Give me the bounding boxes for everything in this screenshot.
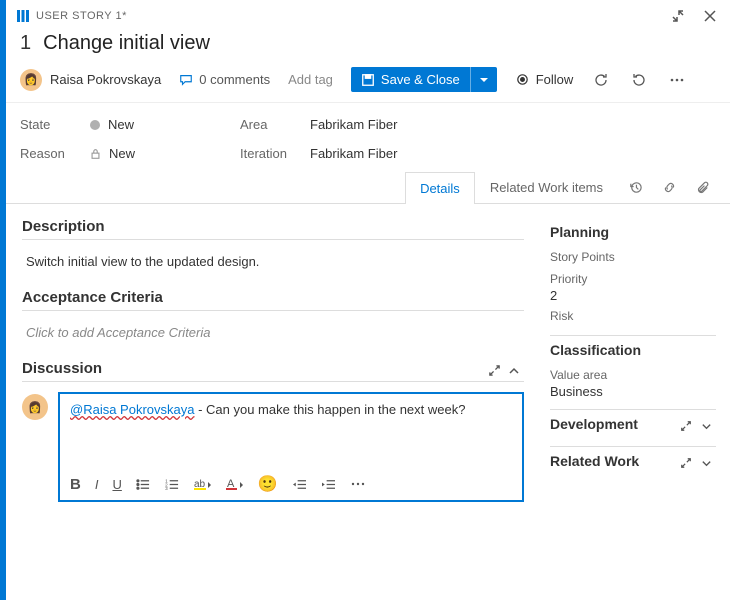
tab-history-icon[interactable]: [618, 171, 652, 203]
area-field[interactable]: Fabrikam Fiber: [310, 117, 510, 132]
tab-attachments-icon[interactable]: [686, 171, 720, 203]
editor-italic-button[interactable]: I: [95, 477, 99, 492]
restore-dialog-icon[interactable]: [668, 6, 688, 26]
discussion-text: - Can you make this happen in the next w…: [194, 402, 465, 417]
collapse-discussion-icon[interactable]: [504, 361, 524, 381]
value-area-field[interactable]: Business: [550, 382, 716, 399]
avatar: 👩: [20, 69, 42, 91]
development-heading: Development: [550, 416, 638, 436]
state-field[interactable]: New: [90, 117, 240, 132]
save-icon: [361, 73, 375, 87]
editor-bullet-list-button[interactable]: [136, 478, 151, 491]
iteration-label: Iteration: [240, 146, 310, 161]
add-tag-button[interactable]: Add tag: [288, 72, 333, 87]
refresh-icon[interactable]: [591, 70, 611, 90]
workitem-type-label: USER STORY 1*: [36, 10, 127, 22]
tab-details[interactable]: Details: [405, 172, 475, 204]
close-icon[interactable]: [700, 6, 720, 26]
description-field[interactable]: Switch initial view to the updated desig…: [22, 250, 524, 289]
state-dot-icon: [90, 120, 100, 130]
reason-label: Reason: [20, 146, 90, 161]
priority-field[interactable]: 2: [550, 286, 716, 303]
editor-more-button[interactable]: [350, 478, 366, 490]
editor-indent-button[interactable]: [321, 478, 336, 491]
priority-label: Priority: [550, 266, 716, 286]
value-area-label: Value area: [550, 362, 716, 382]
risk-field[interactable]: [550, 323, 716, 325]
title-row: 1 Change initial view: [6, 26, 730, 63]
editor-emoji-button[interactable]: 🙂: [258, 474, 278, 494]
iteration-field[interactable]: Fabrikam Fiber: [310, 146, 510, 161]
comments-count[interactable]: 0 comments: [179, 72, 270, 87]
editor-bold-button[interactable]: B: [70, 476, 81, 493]
tab-links-icon[interactable]: [652, 171, 686, 203]
state-label: State: [20, 117, 90, 132]
save-split-caret[interactable]: [470, 67, 497, 92]
editor-outdent-button[interactable]: [292, 478, 307, 491]
editor-number-list-button[interactable]: 123: [165, 478, 180, 491]
expand-discussion-icon[interactable]: [484, 361, 504, 381]
revert-icon[interactable]: [629, 70, 649, 90]
expand-related-icon[interactable]: [676, 453, 696, 473]
discussion-editor[interactable]: @Raisa Pokrovskaya - Can you make this h…: [58, 392, 524, 502]
avatar: 👩: [22, 394, 48, 420]
workitem-id: 1: [20, 32, 31, 55]
mention-link[interactable]: @Raisa Pokrovskaya: [70, 402, 194, 417]
collapse-related-icon[interactable]: [696, 453, 716, 473]
reason-field[interactable]: New: [90, 146, 240, 161]
follow-icon: [515, 72, 530, 87]
story-points-label: Story Points: [550, 244, 716, 264]
workitem-title[interactable]: Change initial view: [43, 32, 210, 55]
comment-icon: [179, 73, 193, 87]
collapse-development-icon[interactable]: [696, 416, 716, 436]
related-work-heading: Related Work: [550, 453, 639, 473]
editor-underline-button[interactable]: U: [112, 477, 121, 492]
classification-heading: Classification: [550, 342, 716, 362]
expand-development-icon[interactable]: [676, 416, 696, 436]
editor-font-color-button[interactable]: A: [226, 477, 244, 491]
follow-button[interactable]: Follow: [515, 72, 574, 87]
dialog-chrome: USER STORY 1*: [6, 0, 730, 26]
workitem-type-icon: [16, 9, 30, 23]
discussion-heading: Discussion: [22, 360, 102, 381]
more-actions-icon[interactable]: [667, 70, 687, 90]
planning-heading: Planning: [550, 224, 716, 244]
description-heading: Description: [22, 218, 524, 239]
acceptance-heading: Acceptance Criteria: [22, 289, 524, 310]
editor-highlight-button[interactable]: ab: [194, 477, 212, 491]
acceptance-field[interactable]: Click to add Acceptance Criteria: [22, 321, 524, 360]
save-and-close-button[interactable]: Save & Close: [351, 67, 497, 92]
risk-label: Risk: [550, 303, 716, 323]
tab-related-work-items[interactable]: Related Work items: [475, 171, 618, 203]
area-label: Area: [240, 117, 310, 132]
lock-icon: [90, 148, 101, 160]
assignee-picker[interactable]: 👩 Raisa Pokrovskaya: [20, 69, 161, 91]
svg-text:3: 3: [165, 486, 168, 491]
assignee-name: Raisa Pokrovskaya: [50, 72, 161, 87]
